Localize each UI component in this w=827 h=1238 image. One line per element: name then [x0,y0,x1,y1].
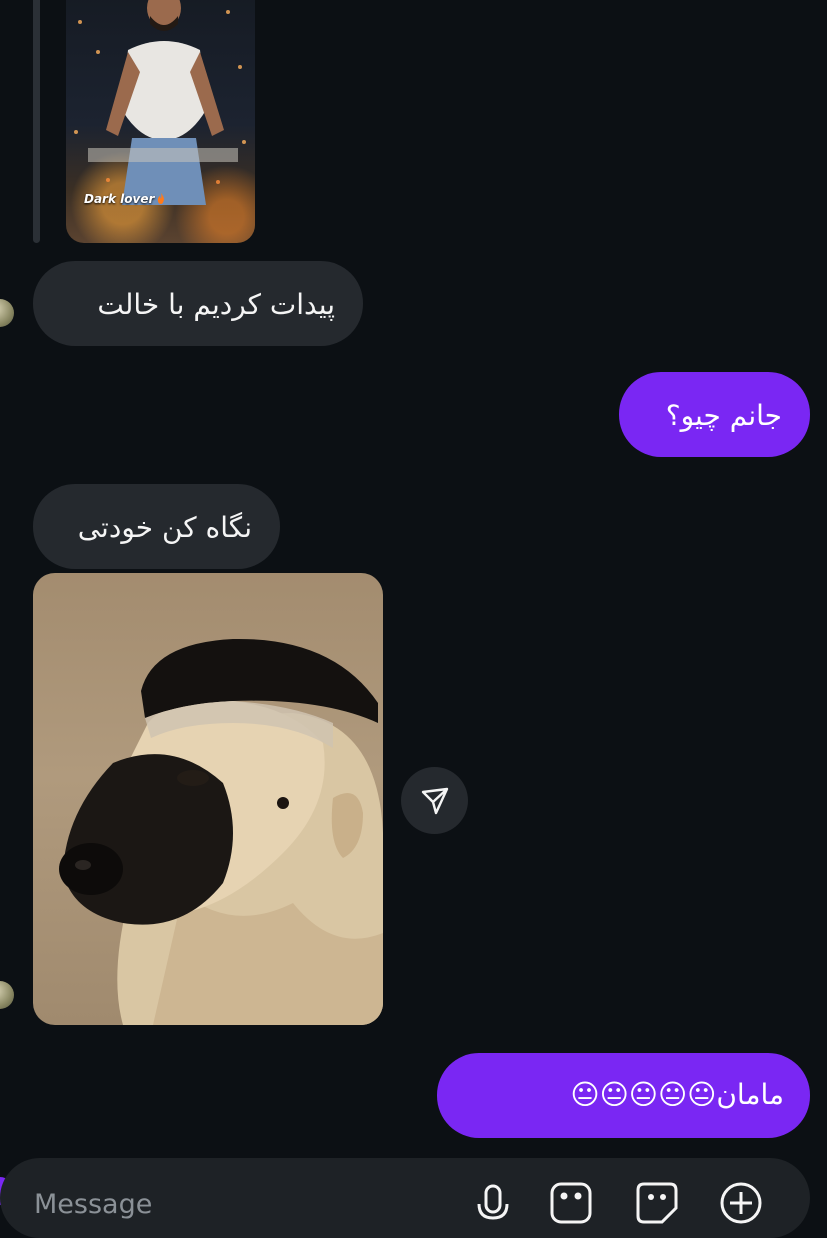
plus-circle-icon[interactable] [716,1178,766,1228]
message-text: مامان😐😐😐😐😐 [570,1078,784,1111]
dog-illustration [59,638,383,1025]
sender-avatar[interactable] [0,981,14,1009]
shared-photo-dog[interactable] [33,573,383,1025]
story-caption: Dark lover [84,192,166,206]
message-bubble-outgoing[interactable]: جانم چیو؟ [619,372,810,457]
sender-avatar[interactable] [0,299,14,327]
message-bubble-incoming[interactable]: پیدات کردیم با خالت [33,261,363,346]
microphone-icon[interactable] [468,1178,518,1228]
flame-icon [158,193,165,204]
message-bubble-incoming[interactable]: نگاه کن خودتی [33,484,280,569]
message-input[interactable] [34,1184,294,1224]
message-text: نگاه کن خودتی [77,511,252,544]
story-thumbnail[interactable]: Dark lover [66,0,255,243]
message-composer [0,1158,810,1238]
message-text: پیدات کردیم با خالت [97,288,335,321]
sticker-icon[interactable] [632,1178,682,1228]
story-caption-text: Dark lover [84,192,155,206]
gallery-icon[interactable] [546,1178,596,1228]
story-person-photo [88,0,238,205]
story-reply-thread-line [33,0,40,243]
message-bubble-outgoing[interactable]: مامان😐😐😐😐😐 [437,1053,810,1138]
message-text: جانم چیو؟ [665,399,782,432]
share-button[interactable] [401,767,468,834]
send-icon [421,787,448,814]
